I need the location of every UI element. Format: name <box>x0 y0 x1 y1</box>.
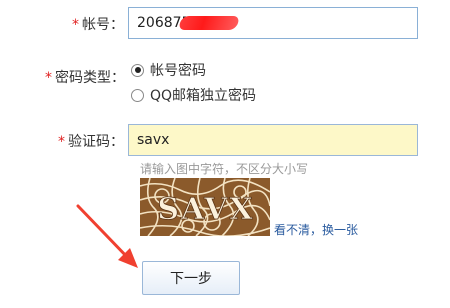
verify-required-star: * <box>58 134 65 150</box>
account-label: 帐号： <box>82 17 124 33</box>
captcha-text: SAVX <box>157 192 254 227</box>
verify-code-input[interactable] <box>128 124 418 156</box>
radio-account-password-dot[interactable] <box>131 63 144 77</box>
verify-label-wrap: * 验证码： <box>58 131 124 151</box>
radio-qq-mail-password[interactable]: QQ邮箱独立密码 <box>131 85 256 105</box>
account-required-star: * <box>72 17 79 33</box>
captcha-noise-graphic: SAVX <box>140 178 270 236</box>
next-step-button[interactable]: 下一步 <box>142 261 240 295</box>
account-label-wrap: * 帐号： <box>72 14 124 34</box>
captcha-image[interactable]: SAVX <box>140 178 270 236</box>
radio-account-password[interactable]: 帐号密码 <box>131 60 206 80</box>
arrow-annotation-icon <box>76 204 138 268</box>
radio-account-password-label: 帐号密码 <box>150 63 206 79</box>
verify-label: 验证码： <box>68 134 124 150</box>
account-input[interactable]: 206875 <box>128 7 418 39</box>
verify-hint: 请输入图中字符，不区分大小写 <box>140 162 309 176</box>
password-type-label: 密码类型： <box>55 70 125 86</box>
password-type-label-wrap: * 密码类型： <box>45 67 125 87</box>
radio-qq-mail-password-dot[interactable] <box>131 88 144 102</box>
radio-qq-mail-password-label: QQ邮箱独立密码 <box>150 88 257 104</box>
password-type-required-star: * <box>45 70 52 86</box>
account-redaction-mark <box>178 16 241 30</box>
refresh-captcha-link[interactable]: 看不清，换一张 <box>274 221 358 238</box>
